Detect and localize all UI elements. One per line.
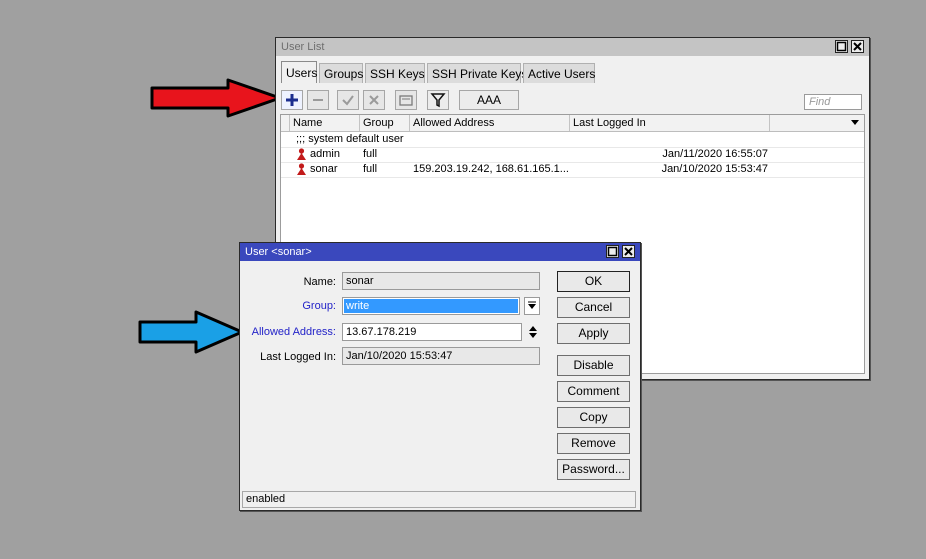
user-dialog-title: User <sonar> <box>245 246 312 258</box>
red-arrow-annotation <box>150 78 282 118</box>
cell-last-logged-in: Jan/10/2020 15:53:47 <box>661 163 768 175</box>
tab-groups[interactable]: Groups <box>319 63 363 83</box>
table-row[interactable]: sonar full 159.203.19.242, 168.61.165.1.… <box>281 162 864 178</box>
column-selector[interactable] <box>281 115 290 131</box>
up-down-arrows-icon <box>529 326 537 338</box>
last-logged-in-label: Last Logged In: <box>260 351 336 363</box>
column-dropdown[interactable] <box>846 115 864 131</box>
tab-active-users[interactable]: Active Users <box>523 63 595 83</box>
aaa-button[interactable]: AAA <box>459 90 519 110</box>
group-select[interactable]: write <box>342 297 520 315</box>
comment-button[interactable] <box>395 90 417 110</box>
cell-group: full <box>363 148 378 160</box>
filter-button[interactable] <box>427 90 449 110</box>
comment-button-dialog[interactable]: Comment <box>557 381 630 402</box>
find-input[interactable]: Find <box>804 94 862 110</box>
ok-button[interactable]: OK <box>557 271 630 292</box>
column-name[interactable]: Name <box>290 115 360 131</box>
close-button[interactable] <box>851 40 864 53</box>
allowed-address-label[interactable]: Allowed Address: <box>240 324 336 340</box>
last-logged-in-field[interactable]: Jan/10/2020 15:53:47 <box>342 347 540 365</box>
maximize-icon <box>607 246 618 257</box>
user-dialog: User <sonar> Name: sonar Group: write Al… <box>239 242 641 511</box>
name-field[interactable]: sonar <box>342 272 540 290</box>
cell-group: full <box>363 163 378 175</box>
tab-ssh-private-keys[interactable]: SSH Private Keys <box>427 63 527 83</box>
disable-button-dialog[interactable]: Disable <box>557 355 630 376</box>
cancel-button[interactable]: Cancel <box>557 297 630 318</box>
close-icon <box>853 42 862 51</box>
cell-allowed-address <box>410 147 570 162</box>
cell-name: sonar <box>310 163 338 175</box>
table-header: Name Group Allowed Address Last Logged I… <box>281 115 864 132</box>
name-label: Name: <box>303 276 336 288</box>
user-dialog-titlebar[interactable]: User <sonar> <box>240 243 640 261</box>
enable-button[interactable] <box>337 90 359 110</box>
dialog-maximize-button[interactable] <box>606 245 619 258</box>
user-icon <box>296 163 307 181</box>
add-button[interactable] <box>281 90 303 110</box>
user-list-title: User List <box>281 41 325 53</box>
cross-icon <box>369 95 379 105</box>
chevron-down-icon <box>851 120 859 125</box>
apply-button[interactable]: Apply <box>557 323 630 344</box>
disable-button[interactable] <box>363 90 385 110</box>
chevron-down-icon <box>528 301 536 309</box>
minus-icon <box>313 99 323 101</box>
copy-button[interactable]: Copy <box>557 407 630 428</box>
dialog-close-button[interactable] <box>622 245 635 258</box>
maximize-icon <box>836 41 847 52</box>
password-button[interactable]: Password... <box>557 459 630 480</box>
cell-allowed-address: 159.203.19.242, 168.61.165.1... <box>413 163 569 175</box>
tab-users[interactable]: Users <box>281 61 317 83</box>
column-allowed-address[interactable]: Allowed Address <box>410 115 570 131</box>
close-icon <box>624 247 633 256</box>
filter-icon <box>430 93 446 108</box>
allowed-address-input[interactable]: 13.67.178.219 <box>342 323 522 341</box>
comment-row[interactable]: ;;; system default user <box>281 132 864 148</box>
maximize-button[interactable] <box>835 40 848 53</box>
group-dropdown-button[interactable] <box>524 297 540 315</box>
cell-last-logged-in: Jan/11/2020 16:55:07 <box>662 148 768 160</box>
cell-name: admin <box>310 148 340 160</box>
check-icon <box>342 95 354 106</box>
remove-button-dialog[interactable]: Remove <box>557 433 630 454</box>
blue-arrow-annotation <box>138 310 244 354</box>
tab-ssh-keys[interactable]: SSH Keys <box>365 63 425 83</box>
comment-icon <box>399 95 413 106</box>
remove-button[interactable] <box>307 90 329 110</box>
group-value: write <box>344 299 518 313</box>
user-list-titlebar[interactable]: User List <box>276 38 869 56</box>
plus-icon <box>286 94 298 106</box>
column-group[interactable]: Group <box>360 115 410 131</box>
status-bar: enabled <box>242 491 636 508</box>
column-last-logged-in[interactable]: Last Logged In <box>570 115 770 131</box>
table-row[interactable]: admin full Jan/11/2020 16:55:07 <box>281 147 864 163</box>
comment-text: ;;; system default user <box>296 133 404 145</box>
group-label[interactable]: Group: <box>240 298 336 314</box>
allowed-address-updown[interactable] <box>526 323 540 341</box>
